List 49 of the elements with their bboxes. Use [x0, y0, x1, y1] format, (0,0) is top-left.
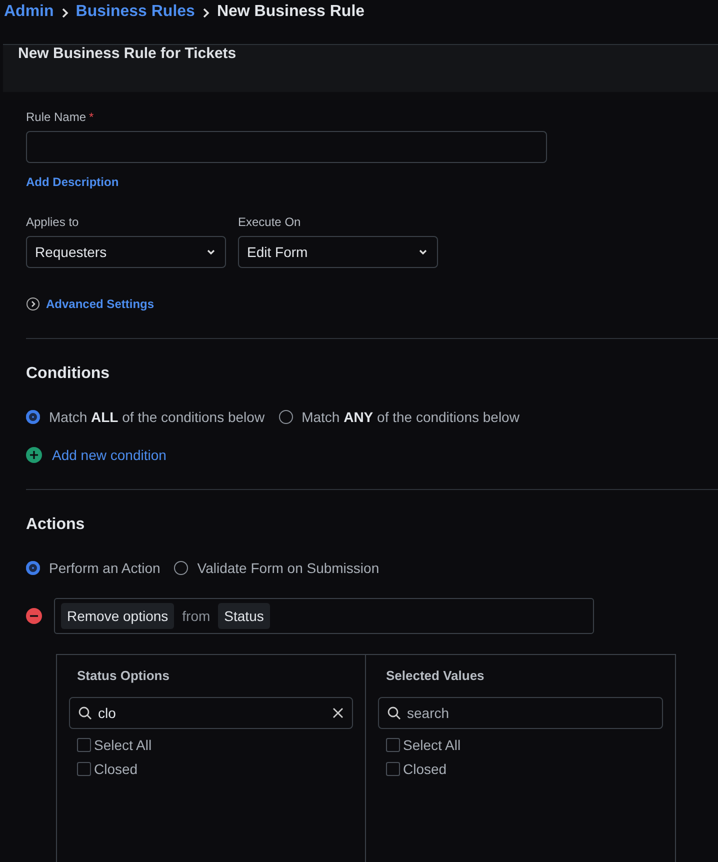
joiner-text: from: [182, 608, 210, 624]
radio-label: Match ALL of the conditions below: [49, 409, 265, 425]
search-input[interactable]: search: [405, 704, 654, 722]
field-label: Execute On: [238, 215, 301, 229]
checkbox-label: Select All: [94, 737, 152, 753]
checkbox-label: Closed: [94, 761, 138, 777]
search-icon: [78, 706, 92, 720]
checkbox[interactable]: [77, 762, 91, 776]
search-icon: [387, 706, 401, 720]
chevron-right-icon: [60, 7, 70, 19]
radio-label: Match ANY of the conditions below: [302, 409, 520, 425]
checkbox-label: Select All: [403, 737, 461, 753]
minus-circle-icon[interactable]: [26, 608, 42, 624]
select-dropdown[interactable]: Requesters: [26, 236, 226, 268]
search-field[interactable]: search: [378, 697, 663, 729]
add-description-link[interactable]: Add Description: [26, 175, 119, 189]
radio-label: Validate Form on Submission: [197, 560, 380, 576]
search-field[interactable]: clo: [69, 697, 353, 729]
panel-title: Selected Values: [386, 668, 484, 683]
plus-circle-icon[interactable]: [26, 447, 42, 463]
select-dropdown[interactable]: Edit Form: [238, 236, 438, 268]
action-field[interactable]: Remove options from Status: [54, 598, 594, 634]
search-input[interactable]: clo: [96, 704, 328, 722]
breadcrumb-link[interactable]: Admin: [4, 3, 54, 21]
checkbox[interactable]: [386, 738, 400, 752]
field-chip[interactable]: Status: [218, 603, 270, 629]
radio-button[interactable]: [174, 561, 188, 575]
field-label: Applies to: [26, 215, 79, 229]
chevron-right-icon: [200, 7, 211, 19]
panel-title: Status Options: [77, 668, 170, 683]
action-chip[interactable]: Remove options: [61, 603, 174, 629]
advanced-settings-link[interactable]: Advanced Settings: [46, 297, 154, 311]
add-condition-link[interactable]: Add new condition: [52, 447, 166, 463]
chevron-circle-icon[interactable]: [26, 297, 40, 311]
checkbox[interactable]: [386, 762, 400, 776]
checkbox[interactable]: [77, 738, 91, 752]
radio-button[interactable]: [278, 410, 293, 424]
field-label: Rule Name *: [26, 110, 94, 124]
rule-name-field[interactable]: [26, 131, 547, 163]
close-icon[interactable]: [332, 707, 344, 719]
radio-label: Perform an Action: [49, 560, 160, 576]
radio-button[interactable]: [26, 410, 40, 424]
checkbox-label: Closed: [403, 761, 447, 777]
breadcrumb-current: New Business Rule: [216, 3, 365, 21]
page-title: New Business Rule for Tickets: [18, 45, 236, 62]
radio-button[interactable]: [26, 561, 40, 575]
breadcrumb-link[interactable]: Business Rules: [76, 3, 195, 21]
section-title: Conditions: [26, 365, 110, 383]
section-title: Actions: [26, 516, 85, 534]
